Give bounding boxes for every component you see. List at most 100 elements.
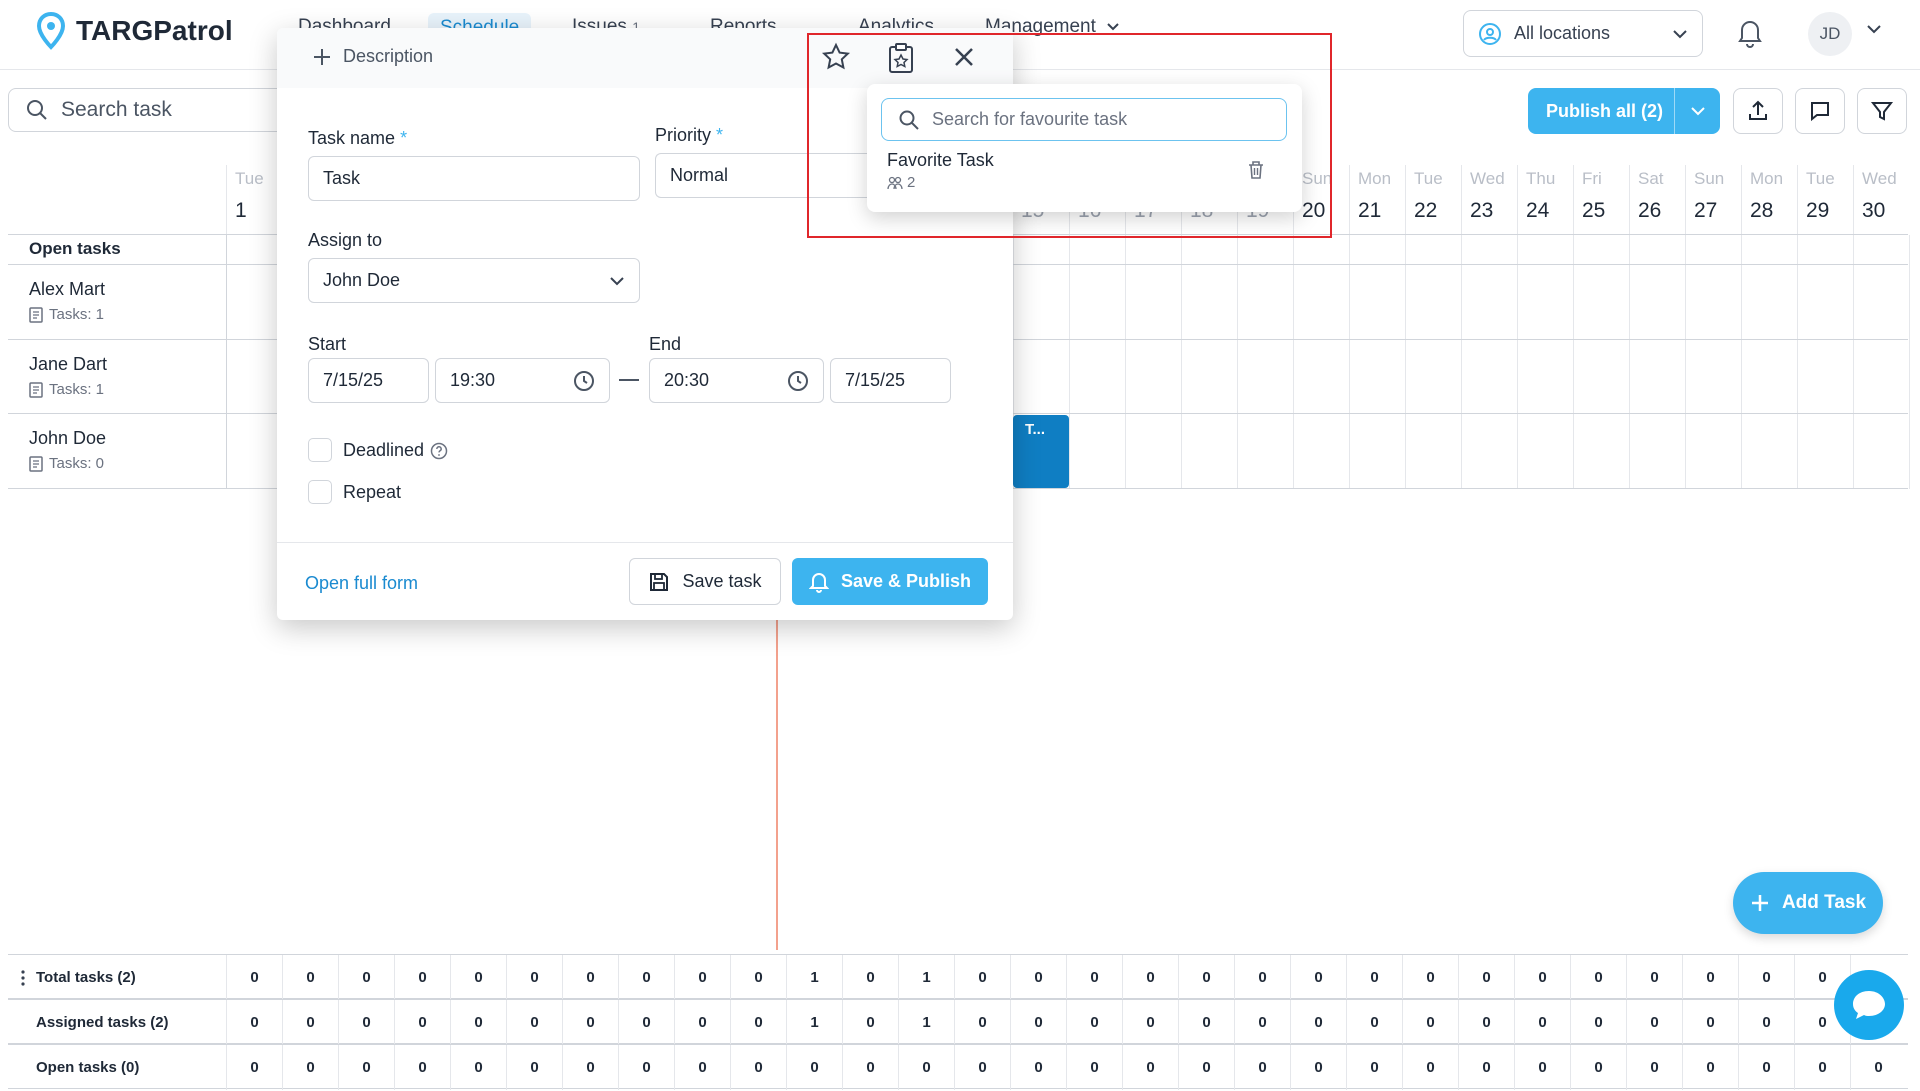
open-tasks-label: Open tasks: [29, 239, 121, 258]
user-avatar[interactable]: JD: [1808, 12, 1852, 56]
summary-cell: 0: [506, 1000, 562, 1045]
day-date: 23: [1470, 199, 1494, 222]
day-date: 25: [1582, 199, 1606, 222]
clock-icon: [574, 370, 594, 391]
help-icon[interactable]: [430, 442, 448, 460]
start-time-input[interactable]: 19:30: [435, 358, 610, 403]
deadlined-checkbox[interactable]: [308, 438, 332, 462]
save-publish-button[interactable]: Save & Publish: [792, 558, 988, 605]
plus-icon: [314, 48, 330, 65]
task-block[interactable]: T...: [1013, 415, 1069, 488]
summary-cell: 0: [450, 1000, 506, 1045]
day-date: 27: [1694, 199, 1718, 222]
day-name: Thu: [1526, 169, 1556, 188]
task-name-input[interactable]: Task: [308, 156, 640, 201]
summary-cell: 0: [1738, 1045, 1794, 1090]
summary-row-label: Open tasks (0): [36, 1059, 140, 1076]
add-task-button[interactable]: Add Task: [1733, 872, 1883, 934]
summary-cell: 0: [1234, 1045, 1290, 1090]
save-task-button[interactable]: Save task: [629, 558, 781, 605]
day-name: Mon: [1750, 169, 1784, 188]
summary-cell: 0: [1626, 1000, 1682, 1045]
summary-row: Assigned tasks (2) 0 0 0 0 0 0 0 0 0 0 1 0 1 0 0 0 0 0 0 0 0 0…: [8, 999, 1908, 1045]
repeat-checkbox[interactable]: [308, 480, 332, 504]
assign-to-value: John Doe: [323, 270, 401, 290]
summary-cell: 0: [1682, 955, 1738, 1000]
summary-cell: 0: [506, 1045, 562, 1090]
summary-cell: 0: [1234, 1000, 1290, 1045]
summary-cell: 0: [1066, 1045, 1122, 1090]
filter-button[interactable]: [1857, 88, 1907, 134]
summary-row-label: Assigned tasks (2): [36, 1014, 169, 1031]
priority-label: Priority *: [655, 125, 724, 145]
summary-row-label: Total tasks (2): [36, 969, 136, 986]
export-button[interactable]: [1733, 88, 1783, 134]
app-logo[interactable]: TARGPatrol: [36, 12, 233, 50]
summary-cell: 0: [730, 955, 786, 1000]
day-date: 30: [1862, 199, 1886, 222]
day-name: Tue: [1806, 169, 1835, 188]
summary-cell: 0: [730, 1045, 786, 1090]
clock-icon: [788, 370, 808, 391]
comments-button[interactable]: [1795, 88, 1845, 134]
chevron-down-icon: [1673, 29, 1687, 38]
summary-cell: 0: [618, 1045, 674, 1090]
search-task-input[interactable]: Search task: [8, 88, 298, 132]
summary-cell: 0: [1178, 955, 1234, 1000]
summary-cell: 1: [786, 955, 842, 1000]
summary-cell: 0: [1402, 1045, 1458, 1090]
summary-cell: 0: [450, 1045, 506, 1090]
upload-icon: [1749, 100, 1767, 120]
summary-cell: 0: [618, 955, 674, 1000]
end-time-input[interactable]: 20:30: [649, 358, 824, 403]
assign-to-label: Assign to: [308, 230, 383, 250]
summary-cell: 0: [674, 1000, 730, 1045]
summary-cell: 0: [394, 1000, 450, 1045]
day-name: Tue: [1414, 169, 1443, 188]
summary-cell: 0: [562, 955, 618, 1000]
open-full-form-link[interactable]: Open full form: [305, 573, 418, 594]
day-name: Fri: [1582, 169, 1602, 188]
chevron-down-icon[interactable]: [1866, 24, 1882, 34]
summary-cell: 0: [338, 1000, 394, 1045]
summary-cell: 0: [954, 1045, 1010, 1090]
bell-icon[interactable]: [1736, 18, 1764, 48]
summary-cell: 0: [1514, 1000, 1570, 1045]
publish-dropdown-toggle[interactable]: [1674, 88, 1720, 134]
summary-cell: 1: [786, 1000, 842, 1045]
add-description-button[interactable]: Description: [313, 46, 433, 67]
summary-cell: 0: [1402, 1000, 1458, 1045]
day-date: 29: [1806, 199, 1830, 222]
day-date: 1: [235, 199, 247, 222]
start-date-input[interactable]: 7/15/25: [308, 358, 429, 403]
summary-row: Open tasks (0) 0 0 0 0 0 0 0 0 0 0 0 0 0 0 0 0 0 0 0 0 0 0 0 0 0 0…: [8, 1044, 1908, 1090]
summary-cell: 0: [282, 1045, 338, 1090]
publish-all-button[interactable]: Publish all (2): [1528, 88, 1720, 134]
filter-icon: [1870, 102, 1894, 121]
search-icon: [27, 100, 47, 120]
summary-cell: 0: [226, 1000, 282, 1045]
more-vertical-icon[interactable]: [20, 969, 26, 987]
end-label: End: [649, 334, 682, 354]
employee-name: John Doe: [29, 428, 107, 448]
task-count-label: Tasks: 1: [49, 381, 105, 398]
summary-cell: 0: [786, 1045, 842, 1090]
summary-cell: 0: [1178, 1045, 1234, 1090]
employee-name: Alex Mart: [29, 279, 106, 299]
day-date: 22: [1414, 199, 1438, 222]
chevron-down-icon: [1690, 107, 1705, 116]
location-label: All locations: [1514, 23, 1611, 43]
chat-bubble-icon: [1853, 991, 1885, 1019]
deadlined-label-text: Deadlined: [343, 440, 425, 460]
document-icon: [29, 306, 43, 323]
summary-cell: 0: [338, 955, 394, 1000]
location-selector[interactable]: All locations: [1463, 10, 1703, 57]
summary-cell: 0: [450, 955, 506, 1000]
chat-button[interactable]: [1834, 970, 1904, 1040]
summary-cell: 0: [730, 1000, 786, 1045]
description-label: Description: [343, 46, 434, 66]
summary-cell: 0: [1346, 1045, 1402, 1090]
summary-row: Total tasks (2) 0 0 0 0 0 0 0 0 0 0 1 0 1 0 0 0 0 0 0 0 0 0 0 0 0…: [8, 954, 1908, 1000]
end-date-input[interactable]: 7/15/25: [830, 358, 951, 403]
assign-to-select[interactable]: John Doe: [308, 258, 640, 303]
